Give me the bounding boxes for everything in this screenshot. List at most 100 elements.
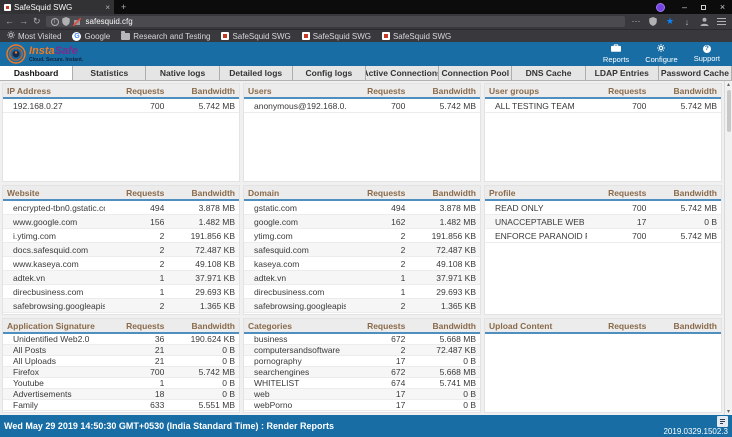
row-name: ytimg.com bbox=[248, 231, 346, 241]
reload-icon[interactable]: ↻ bbox=[33, 17, 41, 26]
panel-user-groups: User groupsRequestsBandwidthALL TESTING … bbox=[484, 83, 722, 182]
close-window-button[interactable]: × bbox=[713, 0, 732, 14]
column-header-bandwidth[interactable]: Bandwidth bbox=[646, 86, 717, 96]
row-name: gstatic.com bbox=[248, 203, 346, 213]
support-icon: ? bbox=[703, 45, 711, 53]
row-requests: 17 bbox=[346, 356, 405, 366]
column-header-requests[interactable]: Requests bbox=[346, 86, 405, 96]
tab-password-cache[interactable]: Password Cache bbox=[659, 66, 732, 80]
bookmark-star-icon[interactable]: ★ bbox=[664, 16, 676, 27]
page-info-icon[interactable]: i bbox=[51, 18, 59, 26]
back-icon[interactable]: ← bbox=[5, 17, 14, 26]
panel-header-profile: ProfileRequestsBandwidth bbox=[485, 186, 721, 201]
support-button[interactable]: ?Support bbox=[694, 44, 720, 64]
bookmark-research-and-testing[interactable]: Research and Testing bbox=[121, 32, 210, 41]
protections-shield-icon[interactable] bbox=[647, 17, 659, 26]
row-requests: 17 bbox=[346, 389, 405, 399]
bookmark-google[interactable]: GGoogle bbox=[72, 32, 110, 41]
tab-config-logs[interactable]: Config logs bbox=[293, 66, 366, 80]
tab-detailed-logs[interactable]: Detailed logs bbox=[220, 66, 293, 80]
row-bandwidth: 5.742 MB bbox=[646, 231, 717, 241]
account-icon[interactable] bbox=[698, 17, 710, 26]
panel-body: 192.168.0.277005.742 MB bbox=[3, 99, 239, 113]
column-header-requests[interactable]: Requests bbox=[587, 188, 646, 198]
column-header-bandwidth[interactable]: Bandwidth bbox=[646, 321, 717, 331]
column-header-bandwidth[interactable]: Bandwidth bbox=[405, 86, 476, 96]
configure-button[interactable]: Configure bbox=[645, 44, 678, 64]
column-header-requests[interactable]: Requests bbox=[346, 321, 405, 331]
column-header-bandwidth[interactable]: Bandwidth bbox=[405, 321, 476, 331]
minimize-button[interactable]: – bbox=[675, 0, 694, 14]
url-text: safesquid.cfg bbox=[86, 17, 133, 26]
column-header-requests[interactable]: Requests bbox=[587, 86, 646, 96]
tab-dns-cache[interactable]: DNS Cache bbox=[512, 66, 585, 80]
column-header-requests[interactable]: Requests bbox=[105, 86, 164, 96]
panel-header-user-groups: User groupsRequestsBandwidth bbox=[485, 84, 721, 99]
reports-button[interactable]: Reports bbox=[603, 44, 629, 64]
row-requests: 2 bbox=[346, 245, 405, 255]
row-bandwidth: 5.551 MB bbox=[164, 400, 235, 410]
column-header-bandwidth[interactable]: Bandwidth bbox=[646, 188, 717, 198]
bookmark-most-visited[interactable]: Most Visited bbox=[7, 31, 61, 41]
panel-ip-address: IP AddressRequestsBandwidth192.168.0.277… bbox=[2, 83, 240, 182]
column-header-bandwidth[interactable]: Bandwidth bbox=[405, 188, 476, 198]
brand-tagline: Cloud. Secure. Instant. bbox=[29, 58, 83, 63]
tracking-protection-shield-icon[interactable] bbox=[62, 17, 70, 26]
header-actions: ReportsConfigure?Support bbox=[603, 44, 726, 64]
tab-close-icon[interactable]: × bbox=[105, 3, 110, 12]
bookmark-safesquid-swg[interactable]: SafeSquid SWG bbox=[302, 32, 371, 41]
menu-hamburger-icon[interactable] bbox=[715, 18, 727, 25]
column-header-bandwidth[interactable]: Bandwidth bbox=[164, 188, 235, 198]
row-requests: 21 bbox=[105, 356, 164, 366]
scroll-down-arrow[interactable]: ▾ bbox=[727, 408, 730, 415]
row-bandwidth: 190.624 KB bbox=[164, 334, 235, 344]
bookmark-safesquid-swg[interactable]: SafeSquid SWG bbox=[221, 32, 290, 41]
panel-title: User groups bbox=[489, 86, 587, 96]
column-header-bandwidth[interactable]: Bandwidth bbox=[164, 321, 235, 331]
column-header-bandwidth[interactable]: Bandwidth bbox=[164, 86, 235, 96]
column-header-requests[interactable]: Requests bbox=[105, 321, 164, 331]
scrollbar-thumb[interactable] bbox=[727, 90, 731, 132]
table-row: business6725.668 MB bbox=[244, 334, 480, 345]
tab-native-logs[interactable]: Native logs bbox=[146, 66, 219, 80]
brand-wordmark: InstaSafe bbox=[29, 46, 83, 57]
row-bandwidth: 0 B bbox=[405, 356, 476, 366]
row-requests: 672 bbox=[346, 334, 405, 344]
tab-dashboard[interactable]: Dashboard bbox=[0, 66, 73, 80]
panel-body: gstatic.com4943.878 MBgoogle.com1621.482… bbox=[244, 201, 480, 313]
column-header-requests[interactable]: Requests bbox=[587, 321, 646, 331]
bookmark-label: SafeSquid SWG bbox=[313, 32, 371, 41]
report-document-icon[interactable] bbox=[717, 416, 728, 427]
table-row: gstatic.com4943.878 MB bbox=[244, 201, 480, 215]
row-name: UNACCEPTABLE WEB CATEGORY bbox=[489, 217, 587, 227]
vertical-scrollbar[interactable]: ▴ ▾ bbox=[724, 81, 732, 415]
row-requests: 2 bbox=[346, 259, 405, 269]
row-name: READ ONLY bbox=[489, 203, 587, 213]
row-name: i.ytimg.com bbox=[7, 231, 105, 241]
extension-icon[interactable] bbox=[656, 3, 665, 12]
row-bandwidth: 1.482 MB bbox=[405, 217, 476, 227]
maximize-button[interactable] bbox=[694, 0, 713, 14]
browser-tab[interactable]: SafeSquid SWG × bbox=[0, 0, 114, 14]
bookmark-safesquid-swg[interactable]: SafeSquid SWG bbox=[382, 32, 451, 41]
page-actions-icon[interactable]: ⋯ bbox=[630, 16, 642, 27]
new-tab-button[interactable]: + bbox=[114, 0, 133, 14]
row-name: direcbusiness.com bbox=[7, 287, 105, 297]
table-row: safebrowsing.googleapis.com21.365 KB bbox=[3, 299, 239, 313]
tab-active-connections[interactable]: Active Connections bbox=[366, 66, 439, 80]
column-header-requests[interactable]: Requests bbox=[105, 188, 164, 198]
row-bandwidth: 5.668 MB bbox=[405, 367, 476, 377]
maximize-icon bbox=[701, 5, 706, 10]
column-header-requests[interactable]: Requests bbox=[346, 188, 405, 198]
header-action-label: Support bbox=[694, 54, 720, 63]
row-name: Youtube bbox=[7, 378, 105, 388]
blocked-permission-icon[interactable] bbox=[73, 18, 81, 26]
scroll-up-arrow[interactable]: ▴ bbox=[727, 81, 730, 88]
tab-statistics[interactable]: Statistics bbox=[73, 66, 146, 80]
safesquid-favicon bbox=[221, 32, 229, 40]
downloads-icon[interactable]: ↓ bbox=[681, 17, 693, 27]
forward-icon[interactable]: → bbox=[19, 17, 28, 26]
tab-ldap-entries[interactable]: LDAP Entries bbox=[586, 66, 659, 80]
tab-connection-pool[interactable]: Connection Pool bbox=[439, 66, 512, 80]
url-bar[interactable]: i safesquid.cfg bbox=[46, 16, 625, 27]
